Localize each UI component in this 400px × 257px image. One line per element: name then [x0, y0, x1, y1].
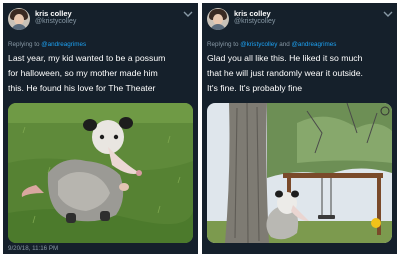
- avatar[interactable]: [207, 8, 229, 30]
- mention-link[interactable]: @andreagrimes: [41, 41, 86, 48]
- tweet-text: Last year, my kid wanted to be a possum …: [8, 51, 194, 96]
- avatar[interactable]: [8, 8, 30, 30]
- reply-joiner: and: [277, 41, 292, 48]
- tweet-card: kris colley @kristycolley Replying to @a…: [3, 3, 198, 254]
- tweet-text-line: It's fine. It's probably fine: [207, 83, 303, 93]
- author-handle[interactable]: @kristycolley: [35, 18, 76, 25]
- reply-prefix: Replying to: [207, 41, 241, 48]
- author-name[interactable]: kris colley: [234, 9, 271, 18]
- mention-link[interactable]: @kristycolley: [240, 41, 277, 48]
- author-name[interactable]: kris colley: [35, 9, 72, 18]
- chevron-down-icon[interactable]: [383, 10, 393, 18]
- author-handle[interactable]: @kristycolley: [234, 18, 275, 25]
- chevron-down-icon[interactable]: [183, 10, 193, 18]
- reply-prefix: Replying to: [8, 41, 42, 48]
- reply-context: Replying to @kristycolley and @andreagri…: [207, 41, 336, 48]
- tweet-text-line: Glad you all like this. He liked it so m…: [207, 53, 363, 63]
- tweet-photo[interactable]: [207, 103, 392, 243]
- tweet-text: Glad you all like this. He liked it so m…: [207, 51, 393, 96]
- tweet-text-line: that he will just randomly wear it outsi…: [207, 68, 363, 78]
- tweet-text-line: Last year, my kid wanted to be a possum: [8, 53, 166, 63]
- tweet-timestamp[interactable]: 9/20/18, 11:16 PM: [8, 245, 58, 252]
- tweet-text-line: for halloween, so my mother made him: [8, 68, 158, 78]
- tweet-photo[interactable]: [8, 103, 193, 243]
- tweet-card: kris colley @kristycolley Replying to @k…: [202, 3, 397, 254]
- reply-context: Replying to @andreagrimes: [8, 41, 86, 48]
- tweet-text-line: this. He found his love for The Theater: [8, 83, 156, 93]
- mention-link[interactable]: @andreagrimes: [291, 41, 336, 48]
